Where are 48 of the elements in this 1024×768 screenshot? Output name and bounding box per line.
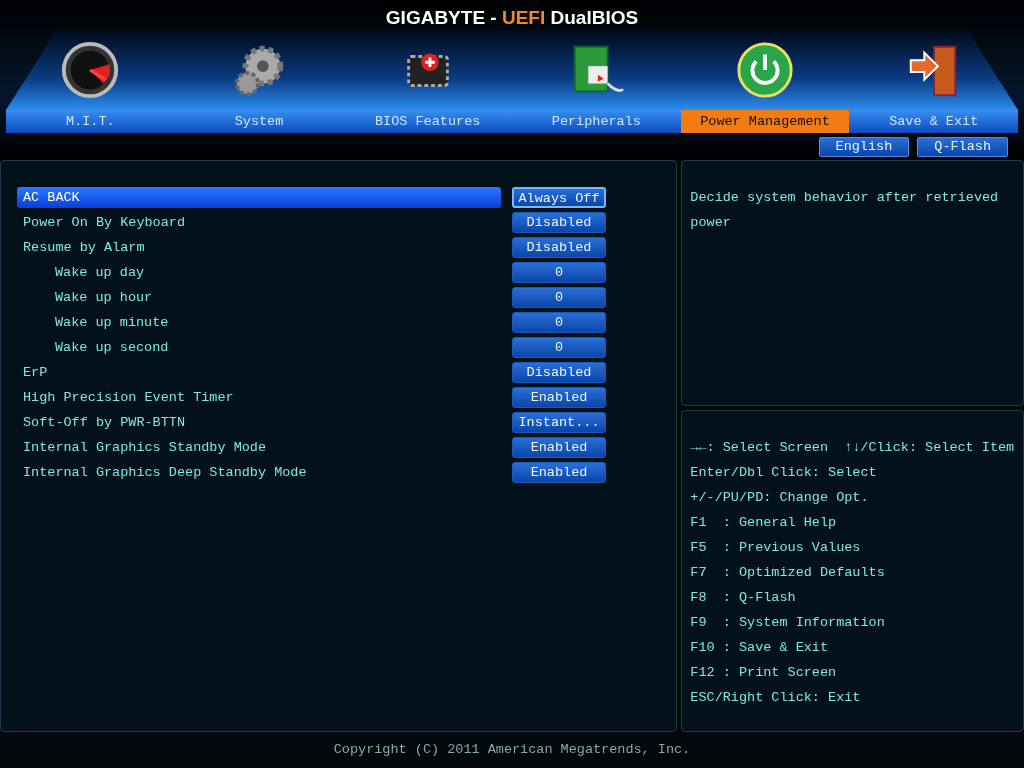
copyright-text: Copyright (C) 2011 American Megatrends, Inc.	[332, 741, 692, 759]
setting-value-button[interactable]: Disabled	[512, 212, 606, 233]
setting-label[interactable]: Resume by Alarm	[17, 237, 501, 258]
setting-label[interactable]: Wake up hour	[49, 287, 501, 308]
setting-value-button[interactable]: Always Off	[512, 187, 606, 208]
help-text: +/-/PU/PD: Change Opt.	[690, 489, 869, 507]
help-text: ESC/Right Click: Exit	[690, 689, 861, 707]
menu-button[interactable]: English	[818, 137, 910, 157]
description-text: Decide system behavior after retrieved power	[690, 189, 1000, 232]
help-text: F10 : Save & Exit	[690, 639, 829, 657]
help-text: F7 : Optimized Defaults	[690, 564, 885, 582]
help-text: F12 : Print Screen	[690, 664, 837, 682]
help-text: F1 : General Help	[690, 514, 837, 532]
setting-label[interactable]: Power On By Keyboard	[17, 212, 501, 233]
setting-value-button[interactable]: Disabled	[512, 237, 606, 258]
setting-value-button[interactable]: Disabled	[512, 362, 606, 383]
bios-title: GIGABYTE - UEFI DualBIOS	[384, 6, 640, 30]
setting-value-button[interactable]: Enabled	[512, 387, 606, 408]
help-text: F5 : Previous Values	[690, 539, 861, 557]
setting-value-button[interactable]: 0	[512, 262, 606, 283]
tab[interactable]: System	[174, 110, 344, 133]
menu-button[interactable]: Q-Flash	[917, 137, 1008, 157]
help-text: F9 : System Information	[690, 614, 885, 632]
setting-label[interactable]: High Precision Event Timer	[17, 387, 501, 408]
tab[interactable]: M.I.T.	[6, 110, 175, 133]
help-text: →←: Select Screen	[690, 439, 829, 457]
setting-label[interactable]: Wake up minute	[49, 312, 501, 333]
setting-label[interactable]: Wake up second	[49, 337, 501, 358]
setting-value-button[interactable]: 0	[512, 287, 606, 308]
setting-value-button[interactable]: Enabled	[512, 437, 606, 458]
power-icon[interactable]	[734, 39, 796, 101]
setting-label[interactable]: Soft-Off by PWR-BTTN	[17, 412, 501, 433]
help-text: Enter/Dbl Click: Select	[690, 464, 877, 482]
setting-value-button[interactable]: 0	[512, 337, 606, 358]
tab[interactable]: Peripherals	[512, 110, 681, 133]
setting-label[interactable]: ErP	[17, 362, 501, 383]
setting-label[interactable]: Wake up day	[49, 262, 501, 283]
setting-label[interactable]: Internal Graphics Deep Standby Mode	[17, 462, 501, 483]
setting-label[interactable]: Internal Graphics Standby Mode	[17, 437, 501, 458]
setting-label[interactable]: AC BACK	[17, 187, 501, 208]
help-text: ↑↓/Click: Select Item	[844, 439, 1015, 457]
help-text: F8 : Q-Flash	[690, 589, 796, 607]
tab[interactable]: Save & Exit	[849, 110, 1019, 133]
setting-value-button[interactable]: Enabled	[512, 462, 606, 483]
setting-value-button[interactable]: 0	[512, 312, 606, 333]
tab[interactable]: Power Management	[680, 110, 850, 133]
tab[interactable]: BIOS Features	[343, 110, 512, 133]
setting-value-button[interactable]: Instant...	[512, 412, 606, 433]
